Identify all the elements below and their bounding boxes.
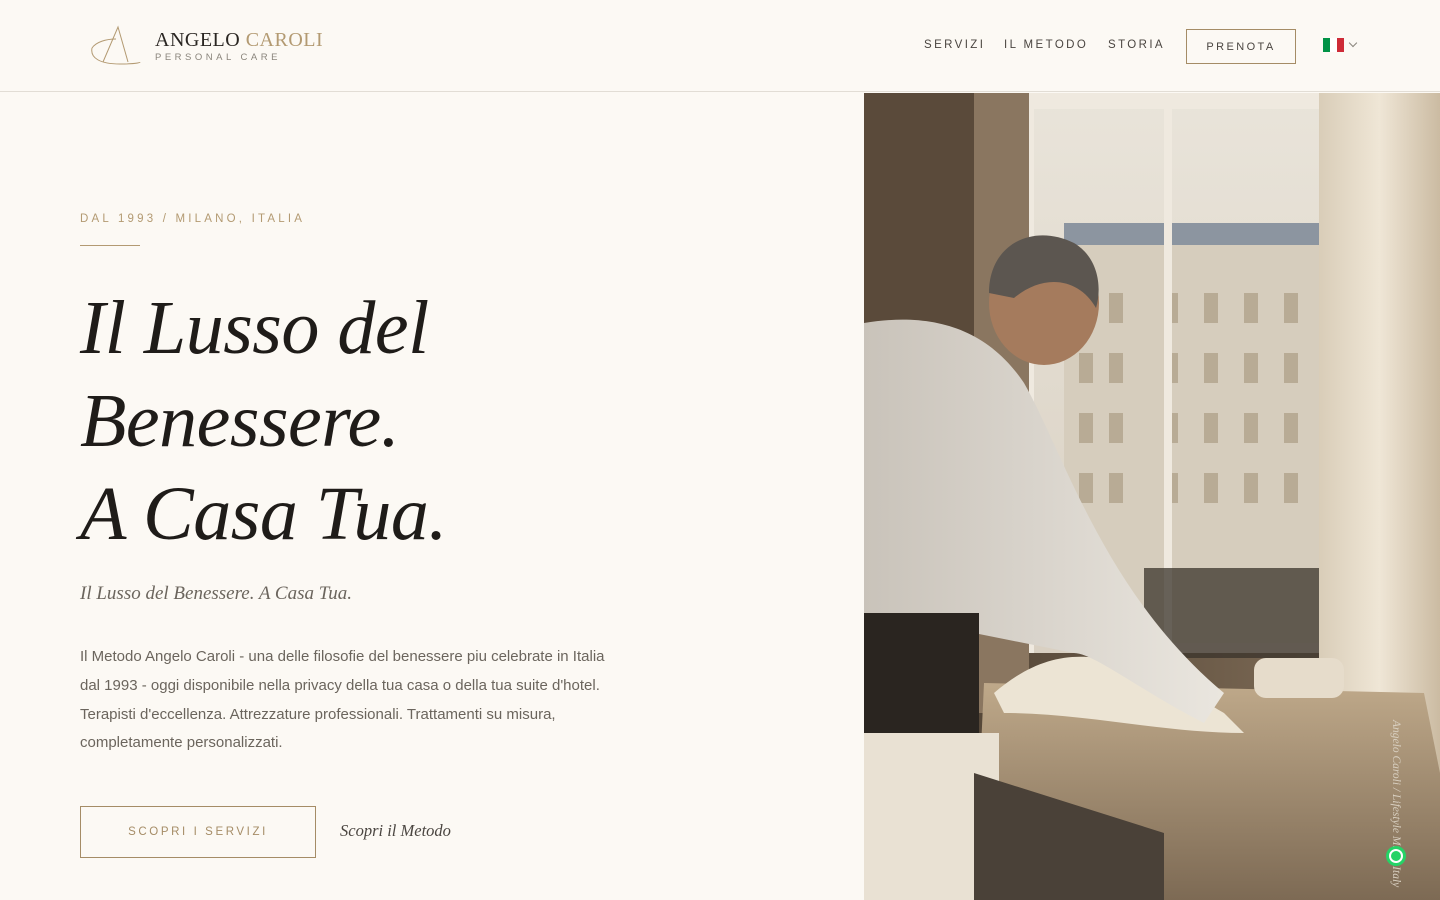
hero-description: Il Metodo Angelo Caroli - una delle filo… [80,648,605,752]
nav-item-servizi[interactable]: SERVIZI [924,39,985,51]
nav-item-il-metodo[interactable]: IL METODO [1004,39,1088,51]
italian-flag-icon [1323,38,1344,52]
site-header: ANGELO CAROLI PERSONAL CARE SERVIZI IL M… [0,0,1440,92]
chevron-down-icon [1348,38,1358,48]
hero-photo [864,93,1440,900]
brand-name-last: CAROLI [245,29,324,51]
headline-line: A Casa Tua. [80,472,447,556]
brand-tagline: PERSONAL CARE [155,52,281,63]
whatsapp-icon[interactable] [1386,846,1406,866]
hero-headline: Il Lusso del Benessere. A Casa Tua. [80,282,447,561]
eyebrow-divider [80,245,140,246]
monogram-a-icon [91,25,141,65]
nav-item-storia[interactable]: STORIA [1108,39,1165,51]
language-selector[interactable] [1323,38,1358,52]
headline-line: Il Lusso del [80,286,429,370]
headline-line: Benessere. [80,379,400,463]
brand-name: ANGELO CAROLI [155,29,323,52]
prenota-button[interactable]: PRENOTA [1186,29,1296,64]
scopri-metodo-link[interactable]: Scopri il Metodo [340,821,451,841]
scopri-servizi-button[interactable]: SCOPRI I SERVIZI [80,806,316,858]
hero-subhead: Il Lusso del Benessere. A Casa Tua. [80,583,352,604]
hero-eyebrow: DAL 1993 / MILANO, ITALIA [80,213,306,225]
brand-name-first: ANGELO [155,29,241,51]
